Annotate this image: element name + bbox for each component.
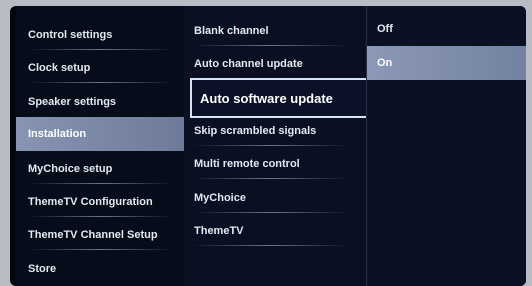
menu-item-label: Control settings — [28, 28, 113, 41]
option-label: Auto channel update — [194, 57, 303, 70]
value-label: Off — [377, 23, 393, 35]
separator — [192, 45, 350, 46]
separator — [28, 82, 174, 83]
settings-menu: Control settings Clock setup Speaker set… — [16, 6, 186, 286]
option-auto-channel-update[interactable]: Auto channel update — [184, 47, 366, 80]
menu-item-control-settings[interactable]: Control settings — [16, 18, 186, 51]
option-label: Skip scrambled signals — [194, 124, 317, 137]
menu-item-label: ThemeTV Configuration — [28, 195, 153, 208]
menu-item-themetv-channel-setup[interactable]: ThemeTV Channel Setup — [16, 218, 186, 251]
separator — [28, 249, 174, 250]
separator — [28, 49, 174, 50]
separator — [28, 183, 174, 184]
installation-menu: Blank channel Auto channel update Auto s… — [184, 6, 374, 286]
menu-item-label: Installation — [28, 128, 87, 140]
option-multi-remote-control[interactable]: Multi remote control — [184, 147, 366, 180]
menu-item-mychoice-setup[interactable]: MyChoice setup — [16, 152, 186, 185]
value-off[interactable]: Off — [367, 12, 526, 46]
option-mychoice[interactable]: MyChoice — [184, 181, 366, 214]
option-blank-channel[interactable]: Blank channel — [184, 14, 366, 47]
menu-item-label: Clock setup — [28, 61, 91, 74]
menu-item-label: Speaker settings — [28, 95, 117, 108]
option-label: Blank channel — [194, 24, 269, 37]
menu-item-themetv-configuration[interactable]: ThemeTV Configuration — [16, 185, 186, 218]
option-auto-software-update[interactable]: Auto software update — [190, 78, 374, 118]
separator — [192, 212, 350, 213]
option-themetv[interactable]: ThemeTV — [184, 214, 366, 247]
option-skip-scrambled-signals[interactable]: Skip scrambled signals — [184, 114, 366, 147]
menu-item-label: ThemeTV Channel Setup — [28, 228, 158, 241]
value-menu: Off On — [367, 6, 526, 286]
option-label: Auto software update — [200, 90, 333, 106]
option-label: ThemeTV — [194, 224, 244, 237]
option-label: MyChoice — [194, 191, 246, 204]
menu-item-clock-setup[interactable]: Clock setup — [16, 51, 186, 84]
option-label: Multi remote control — [194, 157, 300, 170]
value-on[interactable]: On — [367, 46, 526, 80]
menu-item-label: MyChoice setup — [28, 162, 113, 175]
menu-item-installation[interactable]: Installation — [16, 117, 186, 151]
separator — [28, 216, 174, 217]
separator — [192, 178, 350, 179]
separator — [192, 245, 350, 246]
menu-item-store[interactable]: Store — [16, 252, 186, 285]
separator — [192, 145, 350, 146]
menu-item-speaker-settings[interactable]: Speaker settings — [16, 85, 186, 118]
tv-screen: Control settings Clock setup Speaker set… — [10, 6, 526, 286]
menu-item-label: Store — [28, 262, 57, 275]
value-label: On — [377, 57, 393, 69]
